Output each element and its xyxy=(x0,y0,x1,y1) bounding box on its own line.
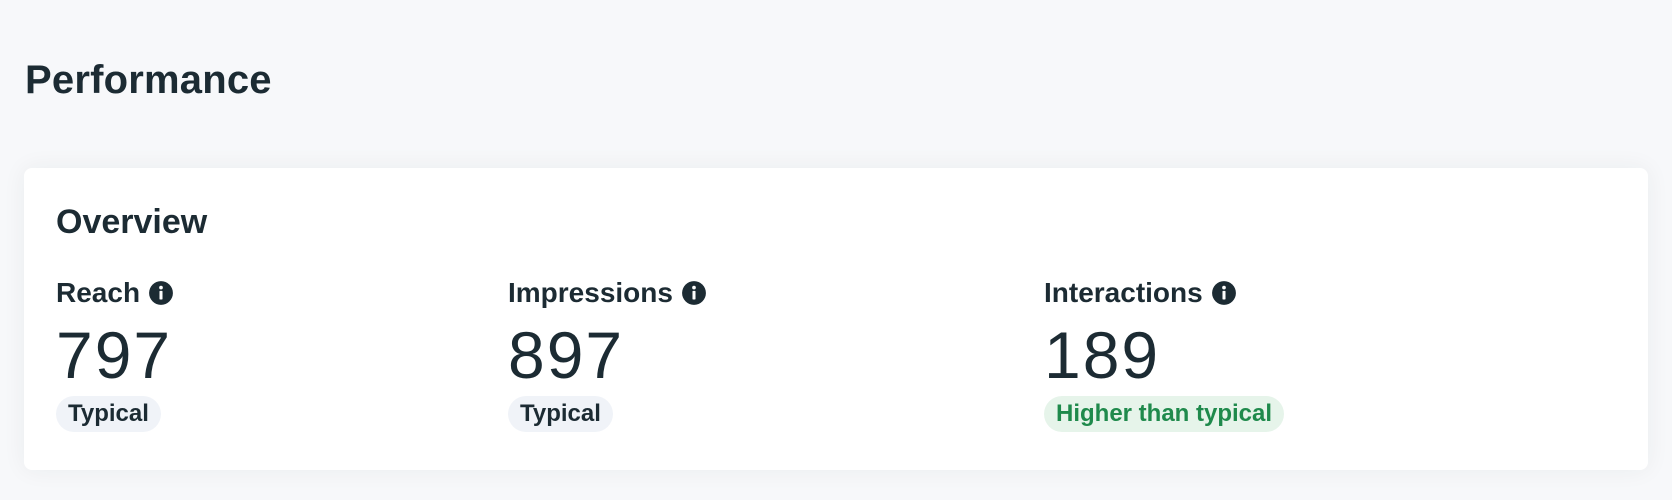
metric-interactions: Interactions 189 Higher than typical xyxy=(1044,276,1285,432)
status-badge: Typical xyxy=(508,396,613,432)
overview-card: Overview Reach 797 Typical Impressions 8… xyxy=(24,168,1648,470)
metric-label: Interactions xyxy=(1044,277,1203,308)
metric-reach: Reach 797 Typical xyxy=(56,276,174,432)
metric-value: 897 xyxy=(508,318,625,392)
status-badge: Typical xyxy=(56,396,161,432)
metric-label: Reach xyxy=(56,277,141,308)
page-title: Performance xyxy=(25,58,272,102)
info-icon[interactable] xyxy=(148,280,174,306)
status-badge: Higher than typical xyxy=(1044,396,1285,432)
metric-value: 797 xyxy=(56,318,173,392)
overview-title: Overview xyxy=(56,203,208,241)
metric-header: Interactions xyxy=(1044,276,1284,310)
info-icon[interactable] xyxy=(1211,280,1237,306)
metric-impressions: Impressions 897 Typical xyxy=(508,276,707,432)
metric-header: Impressions xyxy=(508,276,707,310)
info-icon[interactable] xyxy=(681,280,707,306)
metric-label: Impressions xyxy=(508,277,673,308)
metric-header: Reach xyxy=(56,276,174,310)
metric-value: 189 xyxy=(1044,318,1161,392)
